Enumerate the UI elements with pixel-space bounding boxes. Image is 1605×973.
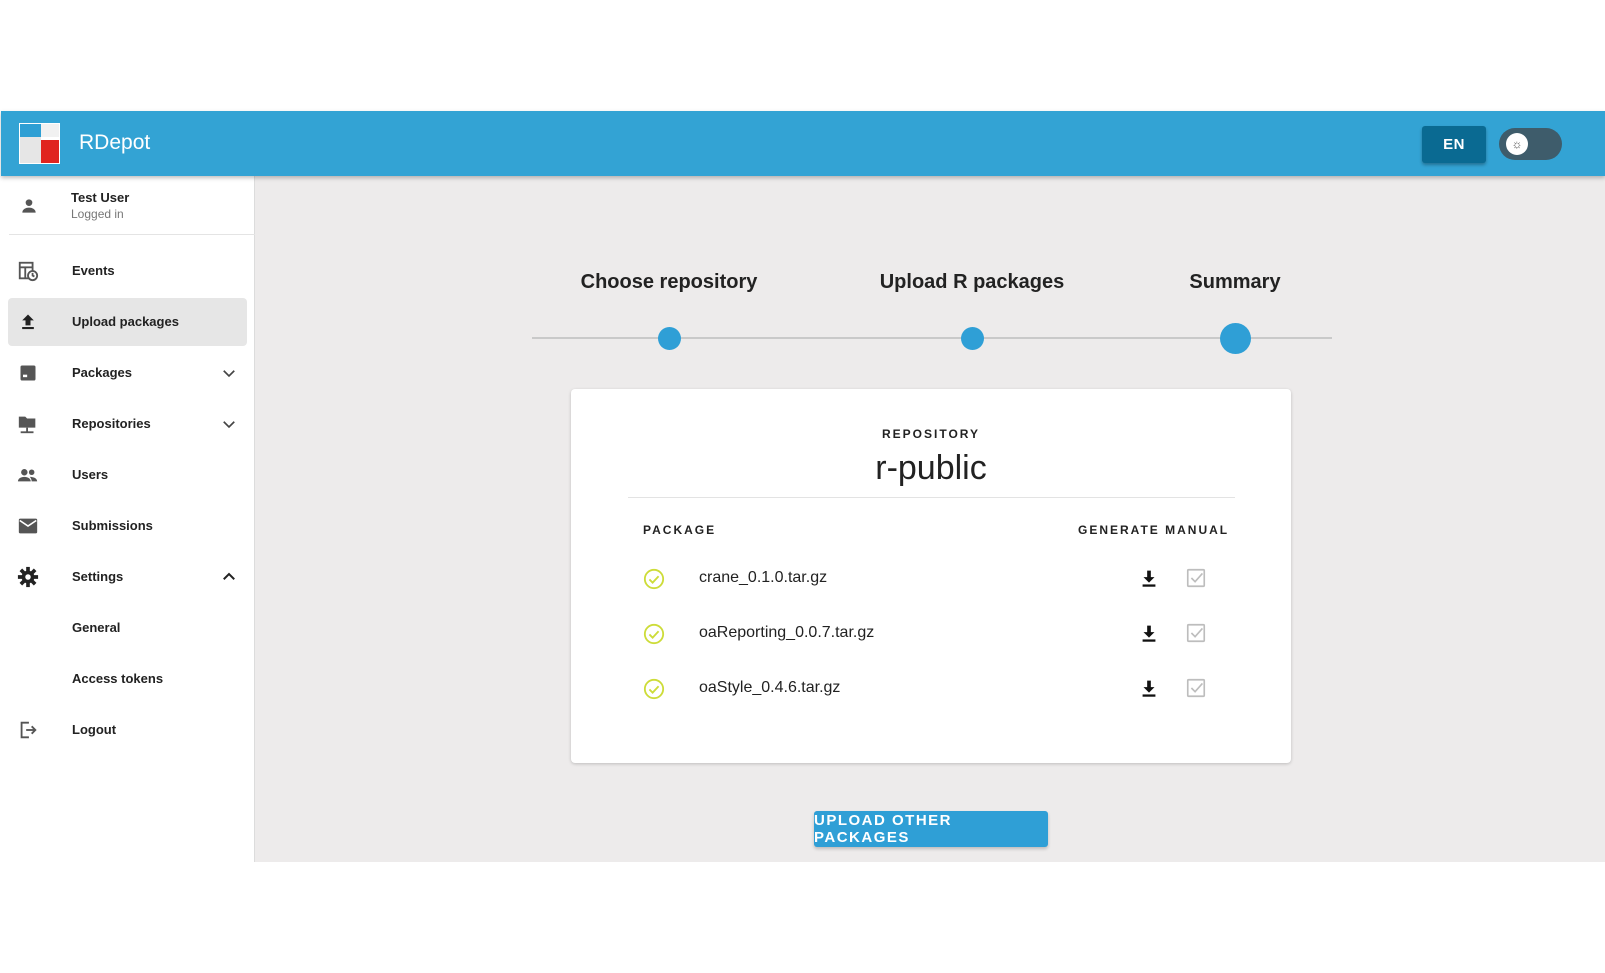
sidebar: Test User Logged in Events Upload packag… xyxy=(1,176,255,862)
step-dot-3-active[interactable] xyxy=(1220,323,1251,354)
sidebar-item-label: Submissions xyxy=(72,518,153,533)
app-window: RDepot EN ☼ Test User Logged in Events U… xyxy=(1,111,1605,862)
sidebar-item-repositories[interactable]: Repositories xyxy=(8,400,247,448)
package-name: crane_0.1.0.tar.gz xyxy=(699,569,828,586)
sidebar-item-settings[interactable]: Settings xyxy=(8,553,247,601)
generate-manual-checkbox[interactable] xyxy=(1185,622,1207,644)
sun-icon: ☼ xyxy=(1506,133,1528,155)
events-icon xyxy=(16,259,40,283)
column-header-package: PACKAGE xyxy=(643,523,717,537)
success-check-icon xyxy=(643,678,665,700)
app-bar: RDepot EN ☼ xyxy=(1,111,1605,176)
package-name: oaReporting_0.0.7.tar.gz xyxy=(699,624,875,641)
package-name: oaStyle_0.4.6.tar.gz xyxy=(699,679,841,696)
upload-stepper: Choose repository Upload R packages Summ… xyxy=(532,271,1332,361)
generate-manual-checkbox[interactable] xyxy=(1185,567,1207,589)
chevron-down-icon[interactable] xyxy=(220,415,238,433)
sidebar-item-users[interactable]: Users xyxy=(8,451,247,499)
gear-icon xyxy=(16,565,40,589)
package-icon xyxy=(16,361,40,385)
app-title[interactable]: RDepot xyxy=(79,131,150,155)
user-status: Logged in xyxy=(71,207,124,221)
sidebar-item-label: General xyxy=(72,620,121,635)
column-header-generate-manual: GENERATE MANUAL xyxy=(1078,523,1230,537)
repository-icon xyxy=(16,412,40,436)
step-dot-2[interactable] xyxy=(961,327,984,350)
mail-icon xyxy=(16,514,40,538)
sidebar-item-label: Access tokens xyxy=(72,671,164,686)
sidebar-item-label: Events xyxy=(72,263,115,278)
download-icon[interactable] xyxy=(1138,622,1160,644)
step-label-summary: Summary xyxy=(1189,271,1281,293)
success-check-icon xyxy=(643,623,665,645)
step-label-upload-r-packages: Upload R packages xyxy=(879,271,1065,293)
user-info: Test User Logged in xyxy=(9,176,255,235)
sidebar-item-submissions[interactable]: Submissions xyxy=(8,502,247,550)
upload-other-packages-button[interactable]: UPLOAD OTHER PACKAGES xyxy=(814,811,1048,847)
sidebar-item-label: Packages xyxy=(72,365,132,380)
divider xyxy=(628,497,1235,498)
download-icon[interactable] xyxy=(1138,567,1160,589)
package-row: crane_0.1.0.tar.gz xyxy=(571,566,1291,616)
sidebar-item-label: Settings xyxy=(72,569,124,584)
summary-card: REPOSITORY r-public PACKAGE GENERATE MAN… xyxy=(571,389,1291,763)
download-icon[interactable] xyxy=(1138,677,1160,699)
sidebar-item-upload-packages[interactable]: Upload packages xyxy=(8,298,247,346)
sidebar-item-logout[interactable]: Logout xyxy=(8,706,247,754)
sidebar-item-label: Upload packages xyxy=(72,314,179,329)
rdepot-logo xyxy=(19,123,60,164)
generate-manual-checkbox[interactable] xyxy=(1185,677,1207,699)
package-row: oaReporting_0.0.7.tar.gz xyxy=(571,621,1291,671)
logout-icon xyxy=(16,718,40,742)
theme-toggle[interactable]: ☼ xyxy=(1499,128,1562,160)
sidebar-subitem-access-tokens[interactable]: Access tokens xyxy=(8,655,247,703)
person-icon xyxy=(17,194,41,218)
sidebar-item-label: Logout xyxy=(72,722,117,737)
sidebar-item-packages[interactable]: Packages xyxy=(8,349,247,397)
step-dot-1[interactable] xyxy=(658,327,681,350)
sidebar-subitem-general[interactable]: General xyxy=(8,604,247,652)
repository-caption: REPOSITORY xyxy=(881,427,981,441)
user-name: Test User xyxy=(71,190,130,205)
chevron-down-icon[interactable] xyxy=(220,364,238,382)
sidebar-item-label: Users xyxy=(72,467,109,482)
stepper-track xyxy=(532,337,1332,339)
sidebar-item-label: Repositories xyxy=(72,416,151,431)
upload-icon xyxy=(16,310,40,334)
success-check-icon xyxy=(643,568,665,590)
package-row: oaStyle_0.4.6.tar.gz xyxy=(571,676,1291,726)
language-button[interactable]: EN xyxy=(1422,126,1486,163)
sidebar-item-events[interactable]: Events xyxy=(8,247,247,295)
users-icon xyxy=(16,463,40,487)
repository-name: r-public xyxy=(875,449,987,487)
chevron-up-icon[interactable] xyxy=(220,568,238,586)
step-label-choose-repository: Choose repository xyxy=(580,271,758,293)
